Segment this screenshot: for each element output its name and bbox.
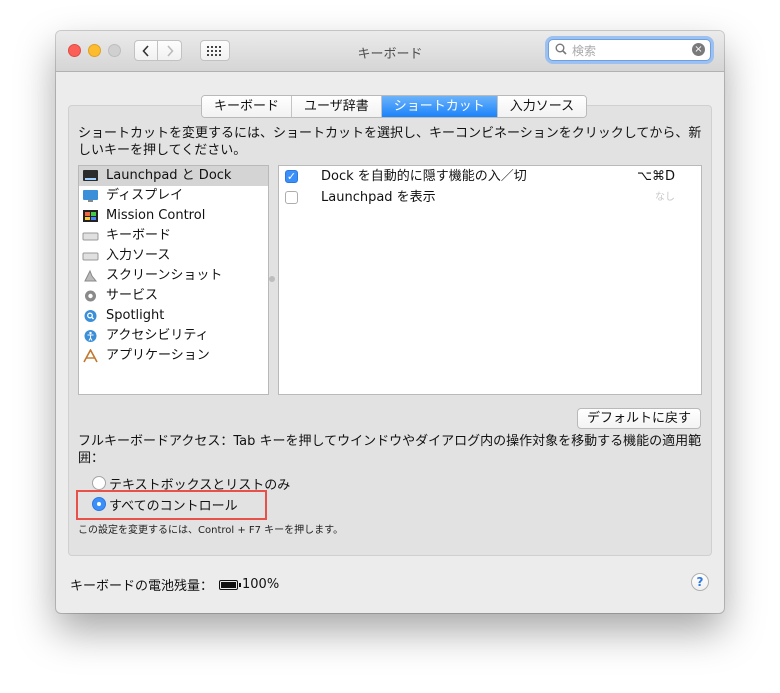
category-item-display[interactable]: ディスプレイ <box>79 186 268 206</box>
accessibility-icon <box>82 329 99 343</box>
restore-defaults-button[interactable]: デフォルトに戻す <box>577 408 702 429</box>
screenshot-icon <box>82 269 99 283</box>
shortcut-row-show-launchpad[interactable]: Launchpad を表示 なし <box>279 187 701 208</box>
shortcut-list[interactable]: ✓ Dock を自動的に隠す機能の入／切 ⌥⌘D Launchpad を表示 な… <box>278 165 702 395</box>
search-icon <box>555 43 567 55</box>
battery-icon <box>219 579 242 590</box>
dock-hiding-checkbox[interactable]: ✓ <box>285 170 298 183</box>
full-keyboard-access-label: フルキーボードアクセス：Tab キーを押してウインドウやダイアログ内の操作対象を… <box>78 434 702 466</box>
shortcuts-description: ショートカットを変更するには、ショートカットを選択し、キーコンビネーションをクリ… <box>78 126 702 158</box>
category-label: アプリケーション <box>106 348 210 363</box>
text-boxes-and-lists-radio[interactable] <box>92 476 106 490</box>
category-label: サービス <box>106 288 159 303</box>
applications-icon <box>82 348 99 363</box>
launchpad-dock-icon <box>82 169 99 183</box>
shortcut-label: Dock を自動的に隠す機能の入／切 <box>321 169 527 184</box>
category-item-screenshots[interactable]: スクリーンショット <box>79 266 268 286</box>
all-controls-label[interactable]: すべてのコントロール <box>109 495 238 514</box>
preferences-window: キーボード 検索 × キーボード ユーザ辞書 ショートカット 入力ソース ショー… <box>56 31 724 613</box>
shortcut-key[interactable]: ⌥⌘D <box>637 166 675 187</box>
keyboard-icon <box>82 229 99 243</box>
tab-bar: キーボード ユーザ辞書 ショートカット 入力ソース <box>201 95 588 118</box>
all-controls-radio[interactable] <box>92 497 106 511</box>
category-item-spotlight[interactable]: Spotlight <box>79 306 268 326</box>
category-label: 入力ソース <box>106 248 171 263</box>
input-source-icon <box>82 249 99 263</box>
spotlight-icon <box>82 309 99 323</box>
search-field[interactable]: 検索 × <box>548 39 711 61</box>
shortcut-row-dock-hiding[interactable]: ✓ Dock を自動的に隠す機能の入／切 ⌥⌘D <box>279 166 701 187</box>
category-label: スクリーンショット <box>106 268 223 283</box>
mission-control-icon <box>82 209 99 223</box>
battery-value: 100% <box>242 577 280 592</box>
category-item-keyboard[interactable]: キーボード <box>79 226 268 246</box>
search-placeholder: 検索 <box>572 44 597 58</box>
category-label: キーボード <box>106 228 172 243</box>
tab-keyboard[interactable]: キーボード <box>202 96 293 117</box>
clear-search-icon[interactable]: × <box>692 43 705 56</box>
category-item-applications[interactable]: アプリケーション <box>79 346 268 366</box>
battery-label: キーボードの電池残量： <box>70 579 214 594</box>
tab-input-sources[interactable]: 入力ソース <box>497 96 587 117</box>
shortcut-key[interactable]: なし <box>655 187 675 208</box>
category-item-input-sources[interactable]: 入力ソース <box>79 246 268 266</box>
show-launchpad-checkbox[interactable] <box>285 191 298 204</box>
split-view-handle[interactable] <box>269 276 275 282</box>
shortcut-hint: この設定を変更するには、Control + F7 キーを押します。 <box>78 525 344 536</box>
category-item-services[interactable]: サービス <box>79 286 268 306</box>
category-label: アクセシビリティ <box>106 328 209 343</box>
category-item-mission-control[interactable]: Mission Control <box>79 206 268 226</box>
category-label: ディスプレイ <box>106 188 184 203</box>
category-label: Launchpad と Dock <box>106 168 232 183</box>
help-button[interactable]: ? <box>691 573 709 591</box>
category-item-launchpad-dock[interactable]: Launchpad と Dock <box>79 166 268 186</box>
category-label: Spotlight <box>106 308 165 323</box>
category-item-accessibility[interactable]: アクセシビリティ <box>79 326 268 346</box>
title-bar: キーボード 検索 × <box>56 31 724 72</box>
category-list[interactable]: Launchpad と Dock ディスプレイ Mission Control … <box>78 165 269 395</box>
display-icon <box>82 189 99 203</box>
category-label: Mission Control <box>106 208 206 223</box>
tab-user-dictionary[interactable]: ユーザ辞書 <box>292 96 382 117</box>
gear-icon <box>82 289 99 303</box>
shortcut-label: Launchpad を表示 <box>321 190 436 205</box>
tab-shortcuts[interactable]: ショートカット <box>381 96 498 117</box>
keyboard-battery-status: キーボードの電池残量： 100% <box>70 575 279 594</box>
